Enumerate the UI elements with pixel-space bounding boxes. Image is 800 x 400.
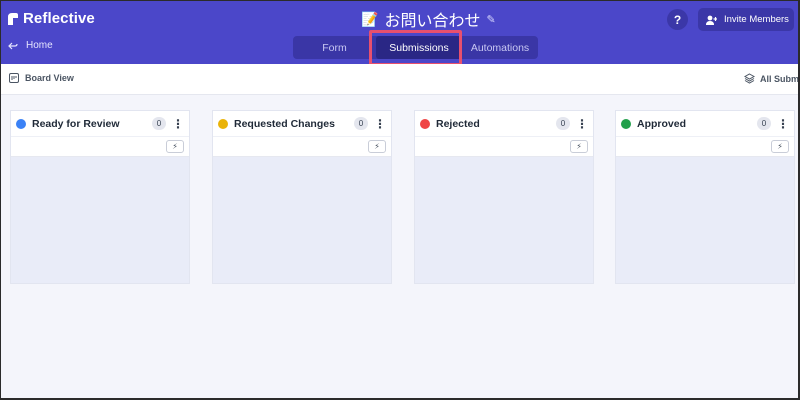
column-label: Approved	[637, 117, 687, 130]
tab-label: Automations	[470, 41, 530, 54]
count-badge: 0	[757, 117, 771, 130]
toolbar: Board View All Submi	[1, 64, 798, 95]
invite-label: Invite Members	[724, 14, 789, 25]
count-badge: 0	[354, 117, 368, 130]
add-user-icon	[706, 15, 717, 25]
status-dot	[218, 118, 228, 129]
count-badge: 0	[152, 117, 166, 130]
count-badge: 0	[556, 117, 570, 130]
tab-form[interactable]: Form	[293, 36, 376, 59]
bolt-icon[interactable]: ⚡	[771, 140, 789, 153]
app-frame: Reflective Home 📝 お問い合わせ ✎ ? Invite Memb…	[1, 1, 798, 398]
status-dot	[16, 118, 26, 129]
column-header: Approved 0 ⋮	[616, 111, 794, 137]
column-toolbar: ⚡	[213, 137, 391, 157]
invite-members-button[interactable]: Invite Members	[698, 8, 794, 31]
status-dot	[420, 118, 430, 129]
bolt-icon[interactable]: ⚡	[166, 140, 184, 153]
home-label: Home	[26, 40, 53, 51]
kebab-icon[interactable]: ⋮	[172, 117, 184, 131]
column-approved: Approved 0 ⋮ ⚡	[615, 110, 795, 284]
column-ready-for-review: Ready for Review 0 ⋮ ⚡	[10, 110, 190, 284]
reflective-logo-icon	[8, 12, 18, 25]
column-label: Rejected	[436, 117, 480, 130]
bolt-icon[interactable]: ⚡	[368, 140, 386, 153]
column-requested-changes: Requested Changes 0 ⋮ ⚡	[212, 110, 392, 284]
tab-submissions[interactable]: Submissions	[376, 36, 462, 59]
column-rejected: Rejected 0 ⋮ ⚡	[414, 110, 594, 284]
board-view-label: Board View	[25, 73, 74, 83]
tab-label: Submissions	[389, 41, 449, 54]
help-label: ?	[673, 12, 682, 27]
column-header: Requested Changes 0 ⋮	[213, 111, 391, 137]
board-icon	[9, 73, 19, 83]
column-toolbar: ⚡	[616, 137, 794, 157]
pencil-icon[interactable]: ✎	[486, 13, 495, 26]
board-view-toggle[interactable]: Board View	[9, 73, 74, 83]
back-arrow-icon	[8, 42, 18, 49]
bolt-icon[interactable]: ⚡	[570, 140, 588, 153]
form-title: 📝 お問い合わせ ✎	[361, 7, 496, 31]
all-submissions-label: All Submi	[760, 73, 798, 84]
memo-icon: 📝	[361, 10, 379, 27]
kebab-icon[interactable]: ⋮	[374, 117, 386, 131]
all-submissions-filter[interactable]: All Submi	[744, 73, 798, 84]
tab-automations[interactable]: Automations	[462, 36, 538, 59]
column-label: Ready for Review	[32, 117, 120, 130]
kebab-icon[interactable]: ⋮	[777, 117, 789, 131]
column-toolbar: ⚡	[415, 137, 593, 157]
column-label: Requested Changes	[234, 117, 335, 130]
brand[interactable]: Reflective	[7, 10, 95, 27]
column-toolbar: ⚡	[11, 137, 189, 157]
layers-icon	[744, 73, 755, 84]
column-header: Ready for Review 0 ⋮	[11, 111, 189, 137]
form-title-text: お問い合わせ	[384, 13, 481, 30]
column-header: Rejected 0 ⋮	[415, 111, 593, 137]
home-link[interactable]: Home	[8, 40, 53, 51]
help-button[interactable]: ?	[667, 9, 688, 30]
top-header: Reflective Home 📝 お問い合わせ ✎ ? Invite Memb…	[1, 1, 798, 66]
kebab-icon[interactable]: ⋮	[576, 117, 588, 131]
brand-name: Reflective	[23, 10, 95, 27]
status-dot	[621, 118, 631, 129]
view-tabs: Form Submissions Automations	[293, 36, 538, 59]
tab-label: Form	[322, 41, 347, 54]
